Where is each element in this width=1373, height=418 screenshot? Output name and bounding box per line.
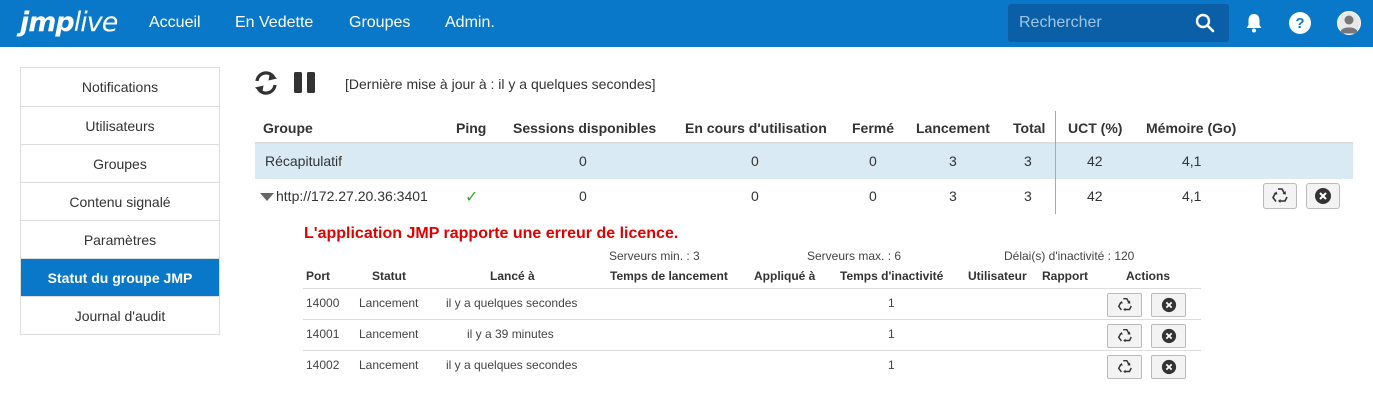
caret-down-icon[interactable]: [260, 193, 274, 202]
summary-memory: 4,1: [1182, 153, 1202, 169]
inactivity-delay: Délai(s) d'inactivité : 120: [1004, 249, 1135, 263]
sidebar-item-groupes[interactable]: Groupes: [21, 144, 219, 182]
header-en-cours: En cours d'utilisation: [685, 120, 827, 136]
top-navigation-bar: jmplive Accueil En Vedette Groupes Admin…: [0, 0, 1373, 47]
row-divider: [303, 319, 1201, 320]
max-servers: Serveurs max. : 6: [807, 249, 902, 263]
nav-accueil[interactable]: Accueil: [149, 14, 201, 32]
sub-header-applique-a: Appliqué à: [754, 269, 816, 283]
recycle-icon: [1117, 359, 1132, 374]
check-icon: ✓: [465, 189, 479, 206]
svg-text:?: ?: [1295, 15, 1304, 32]
row-port: 14002: [306, 358, 340, 372]
header-total: Total: [1013, 120, 1046, 136]
avatar-icon[interactable]: [1337, 11, 1361, 35]
server-memory: 4,1: [1182, 188, 1202, 204]
summary-closed: 0: [869, 153, 877, 169]
nav-admin[interactable]: Admin.: [445, 14, 495, 32]
recycle-icon: [1272, 188, 1288, 203]
search-icon[interactable]: [1195, 13, 1215, 33]
row-status: Lancement: [359, 327, 419, 341]
header-uct: UCT (%): [1068, 120, 1123, 136]
recycle-port-button[interactable]: [1107, 324, 1142, 348]
row-status: Lancement: [359, 296, 419, 310]
sidebar-item-contenu-signale[interactable]: Contenu signalé: [21, 182, 219, 220]
refresh-icon[interactable]: [252, 69, 280, 97]
recycle-icon: [1117, 328, 1132, 343]
sub-header-port: Port: [306, 269, 330, 283]
nav-groupes[interactable]: Groupes: [349, 14, 410, 32]
close-port-button[interactable]: [1151, 324, 1186, 348]
row-status: Lancement: [359, 358, 419, 372]
sub-header-actions: Actions: [1126, 269, 1171, 283]
last-update-text: [Dernière mise à jour à : il y a quelque…: [345, 76, 656, 92]
admin-sidebar: Notifications Utilisateurs Groupes Conte…: [20, 67, 220, 335]
recycle-server-button[interactable]: [1263, 183, 1297, 209]
row-launched: il y a 39 minutes: [467, 327, 554, 341]
header-ferme: Fermé: [852, 120, 895, 136]
header-memoire: Mémoire (Go): [1146, 120, 1237, 136]
sidebar-item-journal-audit[interactable]: Journal d'audit: [21, 296, 219, 334]
row-inactivity: 1: [888, 296, 895, 310]
nav-en-vedette[interactable]: En Vedette: [235, 14, 313, 32]
recycle-icon: [1117, 297, 1132, 312]
server-in-use: 0: [751, 188, 759, 204]
column-divider: [1055, 111, 1056, 214]
sidebar-item-statut-groupe-jmp[interactable]: Statut du groupe JMP: [21, 258, 219, 296]
jmplive-logo[interactable]: jmplive: [20, 7, 118, 39]
min-servers: Serveurs min. : 3: [609, 249, 700, 263]
search-input[interactable]: [1008, 4, 1188, 42]
row-launched: il y a quelques secondes: [446, 358, 578, 372]
summary-group: Récapitulatif: [265, 153, 343, 169]
summary-total: 3: [1024, 153, 1032, 169]
license-error-message: L'application JMP rapporte une erreur de…: [304, 225, 679, 242]
header-lancement: Lancement: [916, 120, 990, 136]
close-icon: [1315, 188, 1331, 204]
server-url[interactable]: http://172.27.20.36:3401: [276, 188, 428, 204]
sub-header-lance-a: Lancé à: [490, 269, 535, 283]
row-port: 14000: [306, 296, 340, 310]
server-total: 3: [1024, 188, 1032, 204]
server-sessions: 0: [579, 188, 587, 204]
sub-header-temps-lancement: Temps de lancement: [610, 269, 728, 283]
row-divider: [303, 350, 1201, 351]
sidebar-item-notifications[interactable]: Notifications: [21, 68, 219, 106]
sidebar-item-utilisateurs[interactable]: Utilisateurs: [21, 106, 219, 144]
row-inactivity: 1: [888, 358, 895, 372]
close-icon: [1161, 297, 1176, 313]
sub-header-rapport: Rapport: [1042, 269, 1088, 283]
row-launched: il y a quelques secondes: [446, 296, 578, 310]
server-closed: 0: [869, 188, 877, 204]
header-groupe: Groupe: [263, 120, 313, 136]
header-ping: Ping: [456, 120, 487, 136]
header-sessions-disponibles: Sessions disponibles: [513, 120, 657, 136]
summary-cpu: 42: [1087, 153, 1103, 169]
sub-header-utilisateur: Utilisateur: [968, 269, 1027, 283]
help-icon[interactable]: ?: [1288, 11, 1312, 35]
search-box: [1008, 4, 1229, 42]
recycle-port-button[interactable]: [1107, 293, 1142, 317]
sub-header-statut: Statut: [372, 269, 406, 283]
summary-in-use: 0: [751, 153, 759, 169]
server-launching: 3: [949, 188, 957, 204]
close-port-button[interactable]: [1151, 293, 1186, 317]
summary-sessions: 0: [579, 153, 587, 169]
row-port: 14001: [306, 327, 340, 341]
bell-icon[interactable]: [1242, 11, 1266, 35]
summary-launching: 3: [949, 153, 957, 169]
recycle-port-button[interactable]: [1107, 355, 1142, 379]
server-cpu: 42: [1087, 188, 1103, 204]
pause-icon[interactable]: [293, 71, 316, 94]
close-port-button[interactable]: [1151, 355, 1186, 379]
close-server-button[interactable]: [1306, 183, 1340, 209]
sub-header-temps-inactivite: Temps d'inactivité: [840, 269, 944, 283]
close-icon: [1161, 328, 1176, 344]
sub-header-divider: [303, 288, 1201, 289]
row-inactivity: 1: [888, 327, 895, 341]
sidebar-item-parametres[interactable]: Paramètres: [21, 220, 219, 258]
close-icon: [1161, 359, 1176, 375]
